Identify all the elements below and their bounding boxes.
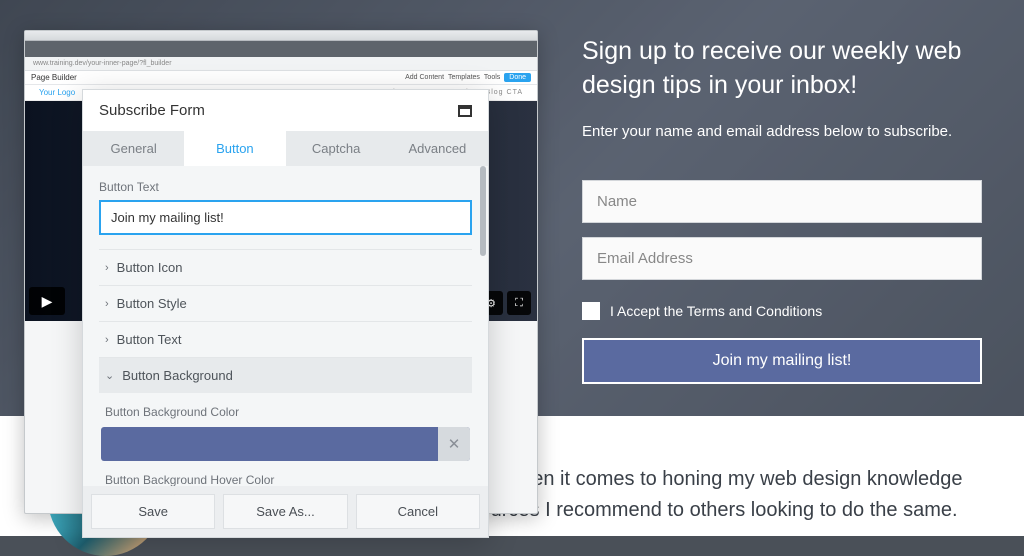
address-bar[interactable]: www.training.dev/your-inner-page/?fl_bui… [25,57,537,71]
acc-button-background[interactable]: ⌄Button Background [99,357,472,393]
modal-footer: Save Save As... Cancel [83,486,488,537]
cancel-button[interactable]: Cancel [356,494,480,529]
tab-advanced[interactable]: Advanced [387,131,488,166]
save-as-button[interactable]: Save As... [223,494,347,529]
chevron-down-icon: ⌄ [105,369,114,382]
fullscreen-icon[interactable]: ⛶ [507,291,531,315]
play-button[interactable]: ▶ [29,287,65,315]
acc-button-style[interactable]: ›Button Style [99,285,472,321]
bg-color-swatch[interactable]: ✕ [101,427,470,461]
chevron-right-icon: › [105,298,109,310]
clear-color-icon[interactable]: ✕ [438,427,470,461]
testimonial-line1: o when it comes to honing my web design … [490,468,963,490]
bg-hover-label: Button Background Hover Color [99,461,472,486]
button-text-input[interactable] [99,200,472,235]
signup-heading: Sign up to receive our weekly web design… [582,35,982,103]
acc-button-text[interactable]: ›Button Text [99,321,472,357]
subscribe-button[interactable]: Join my mailing list! [582,338,982,384]
terms-checkbox[interactable] [582,302,600,320]
builder-actions: Add Content Templates Tools Done [405,73,531,82]
chevron-right-icon: › [105,334,109,346]
chevron-right-icon: › [105,262,109,274]
tab-button[interactable]: Button [184,131,285,166]
site-logo: Your Logo [39,88,75,97]
done-button[interactable]: Done [504,73,531,82]
save-button[interactable]: Save [91,494,215,529]
templates-button[interactable]: Templates [448,74,480,81]
terms-label: I Accept the Terms and Conditions [610,303,822,319]
tab-general[interactable]: General [83,131,184,166]
modal-header: Subscribe Form [83,90,488,131]
browser-chrome [25,31,537,41]
acc-button-icon[interactable]: ›Button Icon [99,249,472,285]
name-input[interactable] [582,180,982,223]
builder-toolbar: Page Builder Add Content Templates Tools… [25,71,537,85]
tab-captcha[interactable]: Captcha [286,131,387,166]
add-content-button[interactable]: Add Content [405,74,444,81]
bg-color-label: Button Background Color [99,393,472,427]
scrollbar[interactable] [480,166,486,256]
modal-tabs: General Button Captcha Advanced [83,131,488,166]
browser-tabstrip [25,41,537,57]
tools-button[interactable]: Tools [484,74,500,81]
responsive-icon[interactable] [458,105,472,117]
subscribe-form-modal: Subscribe Form General Button Captcha Ad… [83,90,488,537]
modal-title: Subscribe Form [99,102,205,119]
modal-body: Button Text ›Button Icon ›Button Style ›… [83,166,488,486]
terms-row[interactable]: I Accept the Terms and Conditions [582,302,982,320]
email-input[interactable] [582,237,982,280]
page-builder-label: Page Builder [31,73,77,82]
signup-panel: Sign up to receive our weekly web design… [582,35,982,384]
signup-subheading: Enter your name and email address below … [582,123,982,140]
button-text-label: Button Text [99,180,472,194]
